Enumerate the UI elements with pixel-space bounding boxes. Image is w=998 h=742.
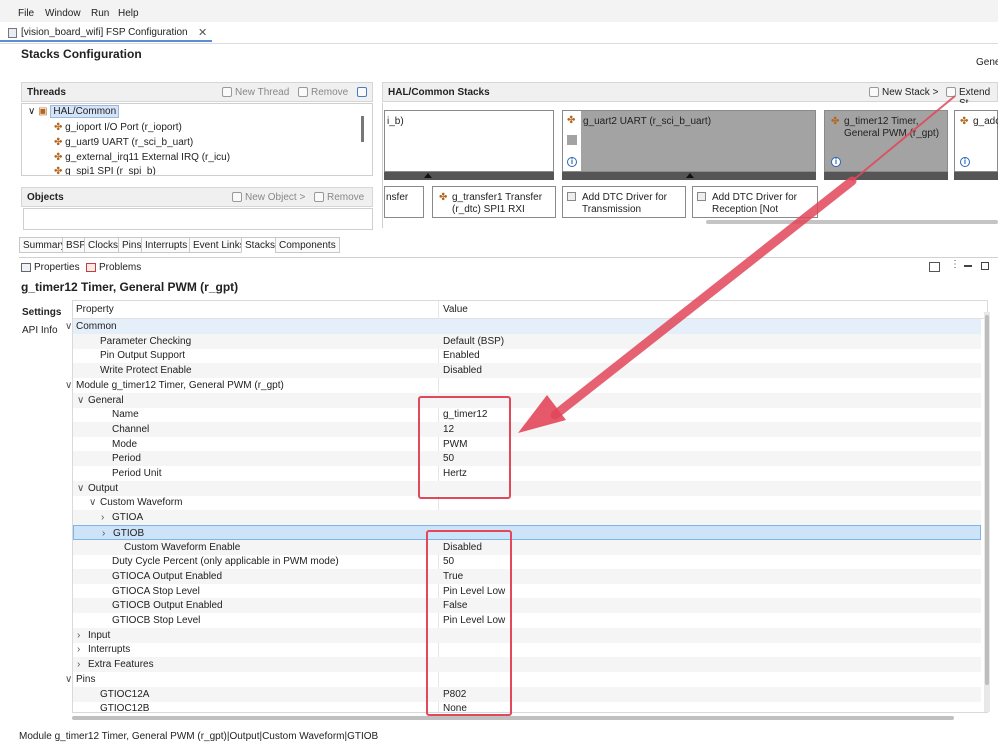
annotation-arrow (518, 95, 956, 433)
